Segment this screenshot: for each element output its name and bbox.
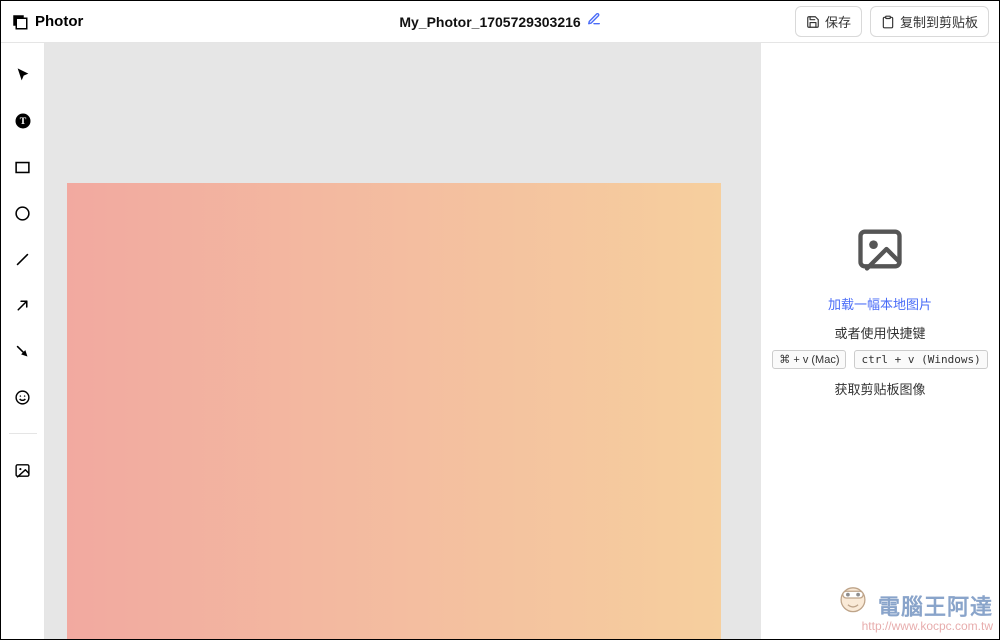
arrow-up-right-tool[interactable] (11, 293, 35, 317)
save-icon (806, 15, 820, 29)
watermark: 電腦王阿達 http://www.kocpc.com.tw (836, 581, 993, 633)
kbd-mac: ⌘ + v (Mac) (772, 350, 846, 369)
rectangle-tool[interactable] (11, 155, 35, 179)
select-tool[interactable] (11, 63, 35, 87)
watermark-title: 電腦王阿達 (878, 595, 993, 620)
kbd-windows: ctrl + v (Windows) (854, 350, 987, 369)
canvas-area[interactable] (45, 43, 761, 639)
svg-text:T: T (19, 116, 26, 127)
watermark-mascot-icon (836, 581, 870, 620)
tool-toolbar: T (1, 43, 45, 639)
brand: Photor (11, 13, 83, 31)
brand-logo-icon (11, 13, 29, 31)
copy-clipboard-button[interactable]: 复制到剪贴板 (870, 6, 989, 37)
side-panel: 加载一幅本地图片 或者使用快捷键 ⌘ + v (Mac) ctrl + v (W… (761, 43, 999, 639)
clipboard-icon (881, 15, 895, 29)
edit-title-icon[interactable] (587, 12, 601, 31)
save-button[interactable]: 保存 (795, 6, 862, 37)
toolbar-separator (9, 433, 37, 434)
arrow-down-right-tool[interactable] (11, 339, 35, 363)
shortcut-row: ⌘ + v (Mac) ctrl + v (Windows) (772, 350, 987, 369)
app-window: Photor My_Photor_1705729303216 保存 (0, 0, 1000, 640)
brand-name: Photor (35, 13, 83, 30)
emoji-tool[interactable] (11, 385, 35, 409)
load-local-image-link[interactable]: 加载一幅本地图片 (828, 294, 932, 313)
watermark-url: http://www.kocpc.com.tw (836, 620, 993, 633)
body: T (1, 43, 999, 639)
or-use-shortcut-text: 或者使用快捷键 (834, 323, 925, 342)
image-placeholder-icon (854, 223, 906, 280)
canvas-background-preview (67, 183, 721, 639)
copy-button-label: 复制到剪贴板 (900, 12, 978, 31)
line-tool[interactable] (11, 247, 35, 271)
image-tool[interactable] (11, 458, 35, 482)
document-title: My_Photor_1705729303216 (399, 14, 580, 30)
header-actions: 保存 复制到剪贴板 (795, 6, 989, 37)
text-tool[interactable]: T (11, 109, 35, 133)
get-clipboard-image-text: 获取剪贴板图像 (834, 379, 925, 398)
save-button-label: 保存 (825, 12, 851, 31)
header-bar: Photor My_Photor_1705729303216 保存 (1, 1, 999, 43)
circle-tool[interactable] (11, 201, 35, 225)
